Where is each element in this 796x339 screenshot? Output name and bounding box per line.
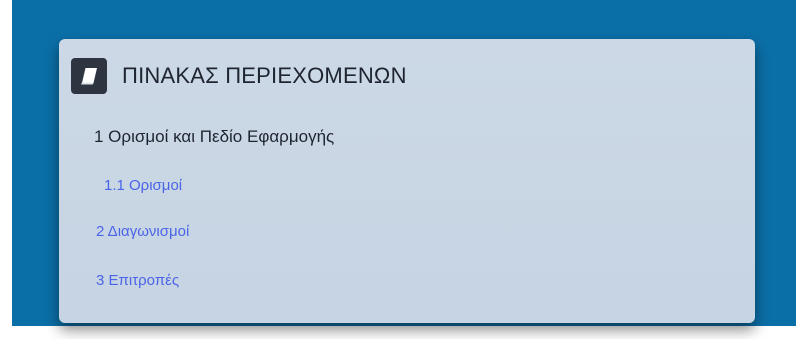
page-bottom-strip <box>0 326 796 339</box>
toc-item-committees[interactable]: 3 Επιτροπές <box>96 272 179 289</box>
toc-item-competitions[interactable]: 2 Διαγωνισμοί <box>96 223 189 240</box>
toc-item-definitions-scope[interactable]: 1 Ορισμοί και Πεδίο Εφαρμογής <box>94 127 334 147</box>
toc-item-definitions[interactable]: 1.1 Ορισμοί <box>104 177 182 194</box>
table-of-contents-panel: ΠΙΝΑΚΑΣ ΠΕΡΙΕΧΟΜΕΝΩΝ 1 Ορισμοί και Πεδίο… <box>59 39 755 323</box>
toc-list: 1 Ορισμοί και Πεδίο Εφαρμογής 1.1 Ορισμο… <box>59 39 755 323</box>
